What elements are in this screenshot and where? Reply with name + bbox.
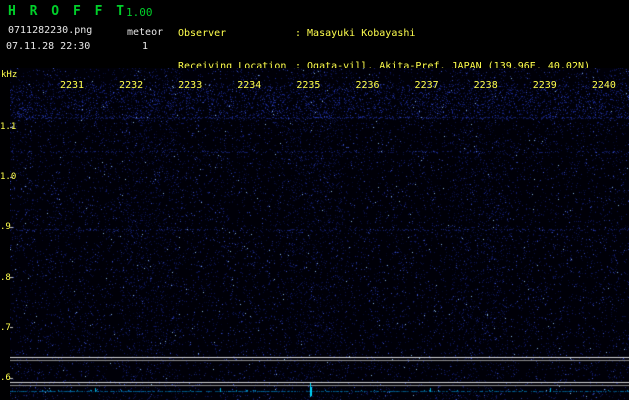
freq-label-1.0: 1.0 — [0, 172, 17, 183]
time-label-2239: 2239 — [532, 80, 557, 91]
freq-label-.6: .6 — [0, 373, 11, 383]
spectrogram-canvas — [10, 68, 629, 400]
freq-label-.9: .9 — [0, 222, 11, 233]
info-value: : Masayuki Kobayashi — [295, 28, 416, 39]
time-label-2237: 2237 — [414, 80, 439, 91]
output-filename: 0711282230.png — [8, 25, 93, 36]
freq-unit-label: kHz — [1, 70, 18, 80]
time-label-2236: 2236 — [355, 80, 380, 91]
timestamp: 07.11.28 22:30 — [6, 41, 91, 52]
info-row-observer: Observer : Masayuki Kobayashi — [178, 28, 590, 39]
time-label-2235: 2235 — [296, 80, 321, 91]
time-label-2234: 2234 — [237, 80, 262, 91]
time-label-2233: 2233 — [178, 80, 203, 91]
app-title: H R O F F T — [8, 4, 128, 19]
info-label: Observer — [178, 28, 227, 39]
hrofft-window: H R O F F T 1.00 0711282230.png meteor 1… — [0, 0, 629, 400]
freq-label-1.1: 1.1 — [0, 122, 17, 132]
spectrogram-plot: kHz 2231 2232 2233 2234 2235 2236 2237 2238 2239… — [0, 68, 629, 400]
time-label-2240: 2240 — [591, 80, 616, 91]
time-label-2231: 2231 — [59, 80, 85, 91]
freq-label-.8: .8 — [0, 272, 11, 283]
time-label-2232: 2232 — [119, 80, 144, 91]
freq-label-.7: .7 — [0, 322, 11, 333]
app-version: 1.00 — [126, 6, 153, 19]
meteor-count: 1 — [142, 41, 149, 52]
meteor-label: meteor — [127, 27, 164, 38]
time-label-2238: 2238 — [473, 80, 498, 91]
